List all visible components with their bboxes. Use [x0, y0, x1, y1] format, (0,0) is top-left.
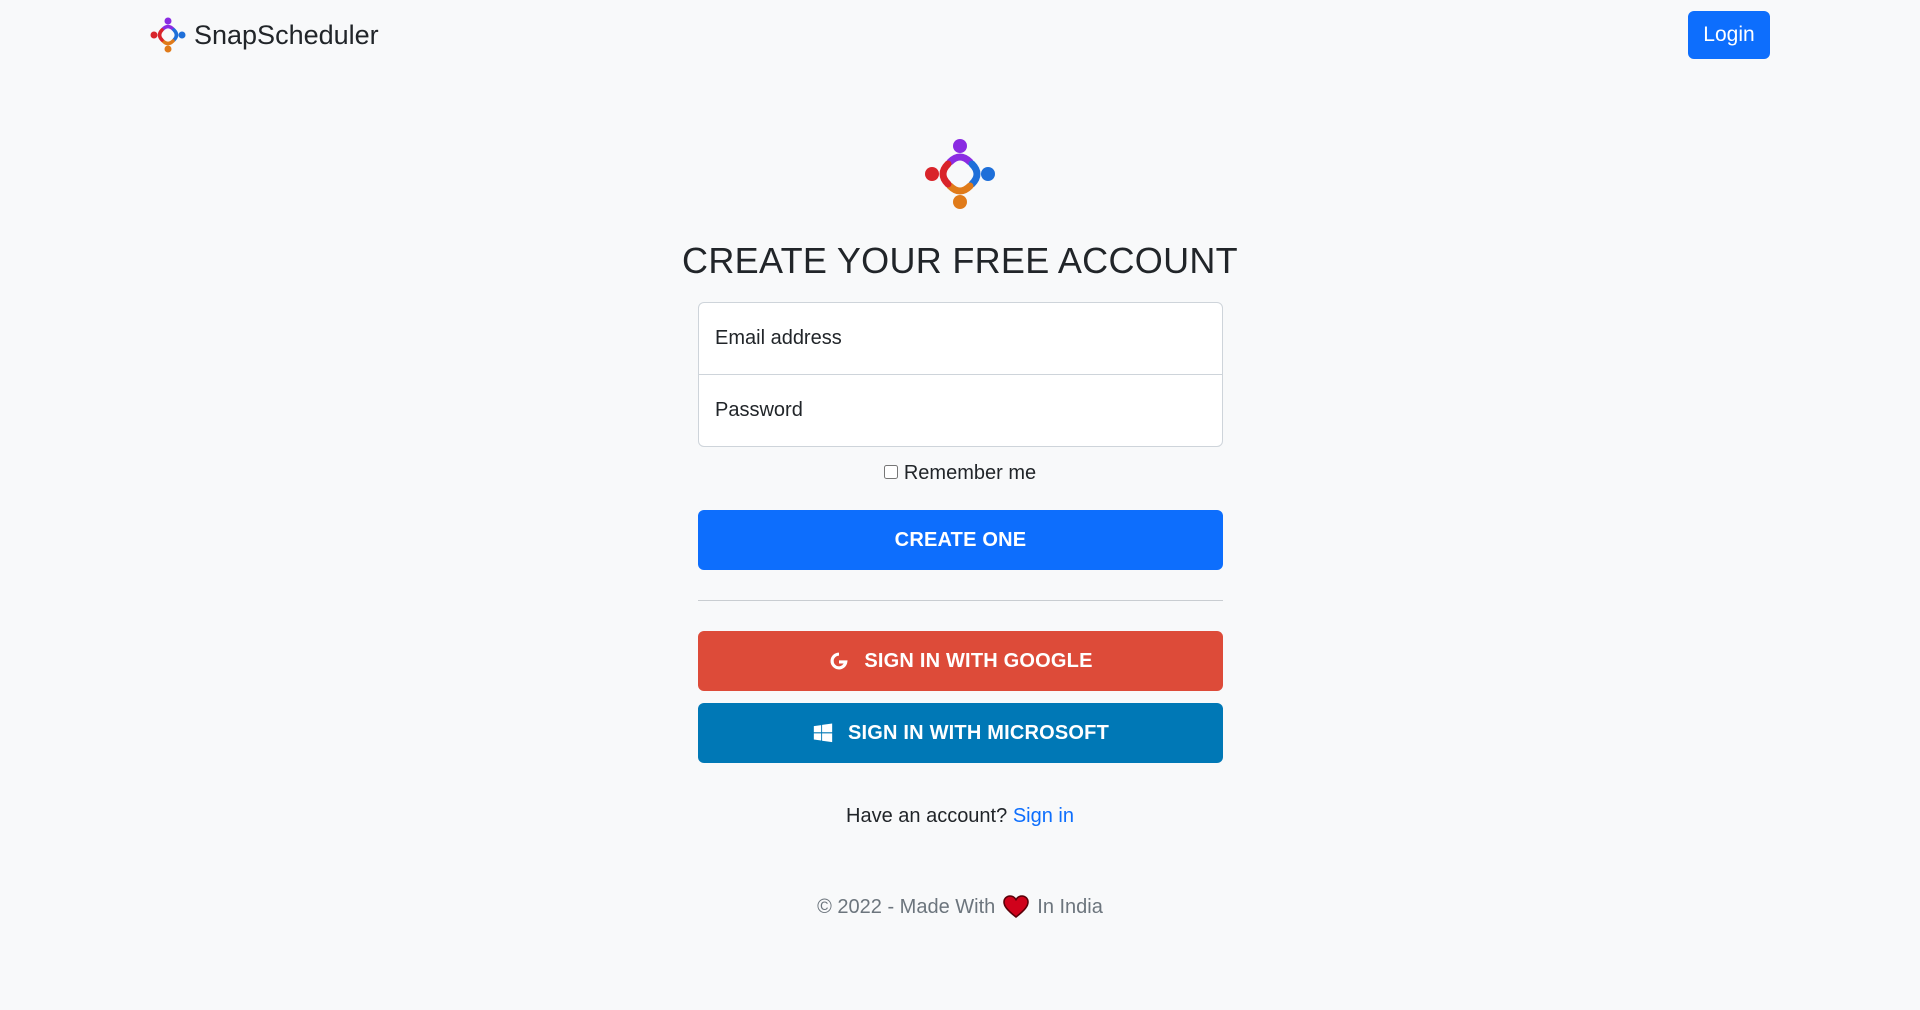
google-icon	[830, 652, 848, 670]
google-signin-button[interactable]: SIGN IN WITH GOOGLE	[698, 631, 1223, 691]
footer: © 2022 - Made With In India	[0, 895, 1920, 919]
google-signin-label: SIGN IN WITH GOOGLE	[864, 649, 1093, 672]
login-button[interactable]: Login	[1688, 11, 1770, 59]
snapscheduler-logo-icon	[150, 17, 186, 53]
page-title: CREATE YOUR FREE ACCOUNT	[682, 240, 1238, 281]
microsoft-signin-label: SIGN IN WITH MICROSOFT	[847, 721, 1110, 744]
windows-icon	[813, 723, 833, 743]
footer-suffix: In India	[1037, 895, 1103, 918]
signin-prompt: Have an account? Sign in	[0, 805, 1920, 828]
create-account-label: CREATE ONE	[894, 528, 1027, 551]
navbar: SnapScheduler Login	[0, 0, 1920, 70]
microsoft-signin-button[interactable]: SIGN IN WITH MICROSOFT	[698, 703, 1223, 763]
brand-link[interactable]: SnapScheduler	[148, 14, 379, 56]
footer-prefix: © 2022 - Made With	[817, 895, 996, 918]
brand-name: SnapScheduler	[194, 19, 379, 50]
heart-icon	[1003, 895, 1030, 919]
snapscheduler-logo-icon	[925, 139, 995, 209]
credentials-form	[698, 302, 1223, 447]
divider	[698, 600, 1223, 601]
remember-me: Remember me	[0, 462, 1920, 485]
signin-prompt-text: Have an account?	[846, 805, 1008, 827]
password-field[interactable]	[698, 374, 1223, 447]
signin-link[interactable]: Sign in	[1013, 805, 1074, 827]
create-account-button[interactable]: CREATE ONE	[698, 510, 1223, 570]
remember-me-label: Remember me	[903, 462, 1037, 484]
remember-me-checkbox[interactable]	[883, 464, 898, 479]
email-field[interactable]	[698, 302, 1223, 375]
